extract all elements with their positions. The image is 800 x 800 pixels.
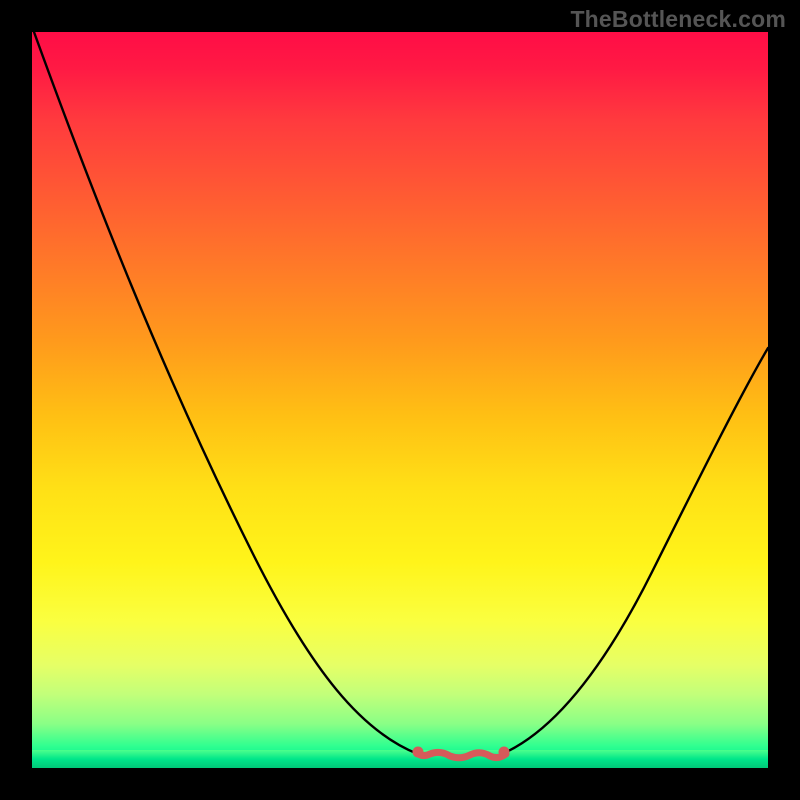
curve-right-branch: [502, 348, 768, 754]
trough-dot-left: [413, 747, 424, 758]
trough-marker: [416, 752, 506, 758]
chart-frame: TheBottleneck.com: [0, 0, 800, 800]
bottleneck-curve: [32, 32, 768, 768]
curve-left-branch: [34, 32, 418, 754]
watermark-text: TheBottleneck.com: [570, 6, 786, 33]
plot-area: [32, 32, 768, 768]
trough-dot-right: [499, 747, 510, 758]
